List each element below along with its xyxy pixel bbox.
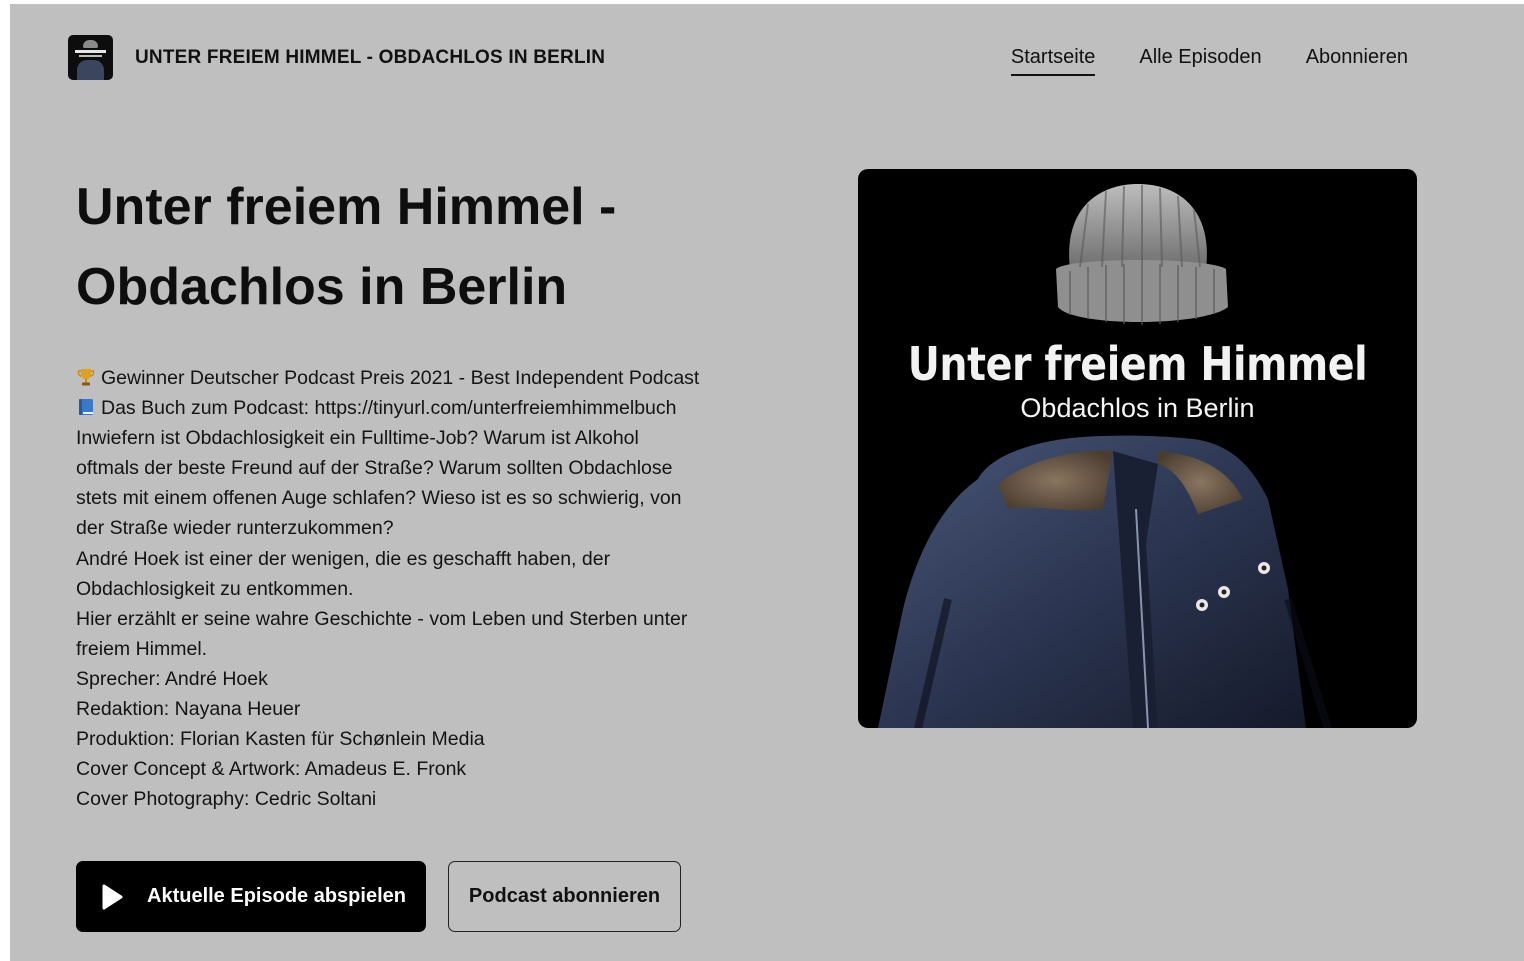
cover-subtitle: Obdachlos in Berlin (1020, 393, 1255, 423)
description-line: Obdachlosigkeit zu entkommen. (76, 577, 354, 600)
description-line: der Straße wieder runterzukommen? (76, 517, 394, 540)
beanie-graphic (1056, 184, 1228, 325)
description-line: Sprecher: André Hoek (76, 667, 268, 690)
brand[interactable]: UNTER FREIEM HIMMEL - OBDACHLOS IN BERLI… (68, 35, 605, 80)
cover-title: Unter freiem Himmel (907, 337, 1368, 391)
subscribe-podcast-button[interactable]: Podcast abonnieren (448, 861, 681, 932)
description-line: Gewinner Deutscher Podcast Preis 2021 - … (76, 363, 736, 393)
main-nav: Startseite Alle Episoden Abonnieren (1010, 46, 1408, 76)
description-line: Inwiefern ist Obdachlosigkeit ein Fullti… (76, 427, 639, 450)
play-latest-episode-button[interactable]: Aktuelle Episode abspielen (76, 861, 426, 932)
description-line: André Hoek ist einer der wenigen, die es… (76, 547, 611, 570)
play-button-label: Aktuelle Episode abspielen (147, 885, 406, 907)
cover-illustration (878, 184, 1332, 728)
description-line: Cover Photography: Cedric Soltani (76, 788, 377, 811)
podcast-cover-art: Unter freiem Himmel Obdachlos in Berlin (858, 169, 1417, 728)
page-title-line-2: Obdachlos in Berlin (76, 258, 568, 316)
trophy-icon (77, 369, 95, 386)
description-line: stets mit einem offenen Auge schlafen? W… (76, 487, 682, 510)
description-line: Das Buch zum Podcast: https://tinyurl.co… (76, 393, 736, 423)
description-line: Redaktion: Nayana Heuer (76, 698, 301, 721)
jacket-graphic (878, 435, 1332, 728)
description-line: oftmals der beste Freund auf der Straße?… (76, 457, 673, 480)
description-line: Hier erzählt er seine wahre Geschichte -… (76, 607, 688, 630)
book-icon (79, 399, 93, 416)
nav-abonnieren[interactable]: Abonnieren (1306, 46, 1408, 76)
description-text: Gewinner Deutscher Podcast Preis 2021 - … (101, 367, 700, 389)
site-title[interactable]: UNTER FREIEM HIMMEL - OBDACHLOS IN BERLI… (135, 47, 605, 69)
description-line: freiem Himmel. (76, 637, 208, 660)
description-text: Das Buch zum Podcast: https://tinyurl.co… (101, 397, 677, 420)
page-title: Unter freiem Himmel - Obdachlos in Berli… (76, 167, 776, 327)
description-line: Cover Concept & Artwork: Amadeus E. Fron… (76, 758, 467, 781)
page-title-line-1: Unter freiem Himmel - (76, 178, 617, 236)
description-line: Produktion: Florian Kasten für Schønlein… (76, 728, 485, 751)
podcast-logo[interactable] (68, 35, 113, 80)
nav-alle-episoden[interactable]: Alle Episoden (1139, 46, 1261, 76)
nav-startseite[interactable]: Startseite (1010, 46, 1096, 76)
podcast-description: Gewinner Deutscher Podcast Preis 2021 - … (76, 363, 736, 814)
play-icon (102, 884, 123, 909)
page: UNTER FREIEM HIMMEL - OBDACHLOS IN BERLI… (10, 4, 1524, 961)
